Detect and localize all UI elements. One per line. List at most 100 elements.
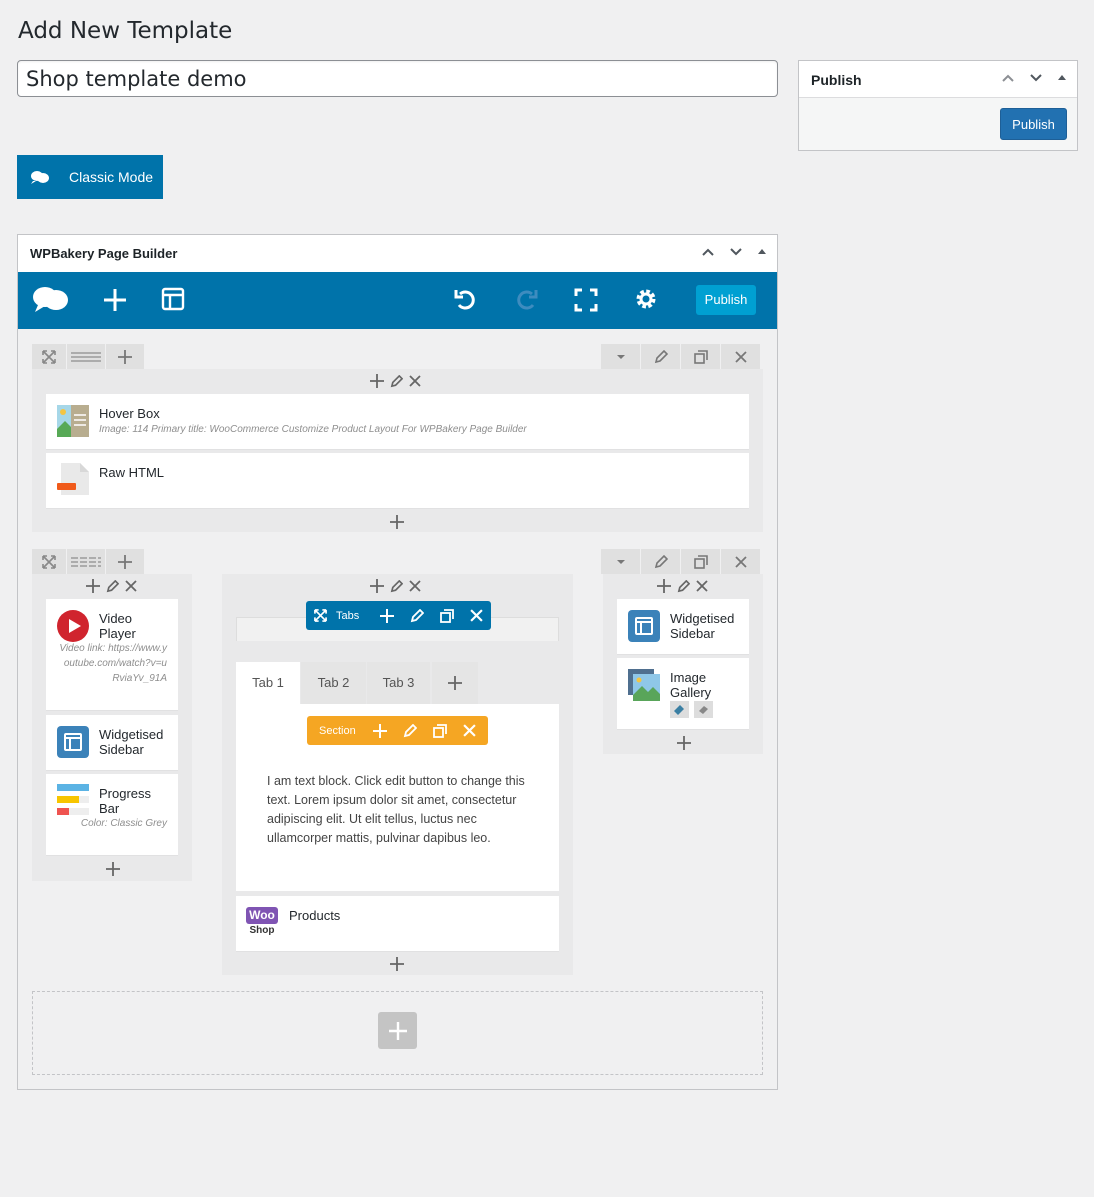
delete-x-icon[interactable] bbox=[696, 580, 708, 592]
builder-canvas: Hover Box Image: 114 Primary title: WooC… bbox=[18, 329, 777, 1089]
row-controls-left bbox=[32, 344, 144, 369]
classic-mode-button[interactable]: Classic Mode bbox=[17, 155, 163, 199]
edit-pencil-icon[interactable] bbox=[410, 608, 424, 623]
element-subtitle: Color: Classic Grey bbox=[80, 818, 167, 829]
add-element-icon[interactable] bbox=[657, 579, 671, 593]
wpbakery-logo-icon[interactable] bbox=[32, 285, 70, 315]
clone-icon[interactable] bbox=[433, 723, 447, 738]
fullscreen-icon[interactable] bbox=[573, 287, 599, 313]
add-tab-button[interactable] bbox=[432, 662, 478, 704]
row-edit-pencil-icon[interactable] bbox=[641, 344, 680, 369]
row-add-column-icon[interactable] bbox=[106, 549, 144, 574]
progress-bar-icon bbox=[57, 784, 89, 815]
collapse-triangle-icon[interactable] bbox=[757, 245, 767, 259]
element-widgetised-sidebar[interactable]: Widgetised Sidebar bbox=[46, 715, 178, 770]
delete-x-icon[interactable] bbox=[409, 580, 421, 592]
delete-x-icon[interactable] bbox=[125, 580, 137, 592]
row-delete-icon[interactable] bbox=[721, 549, 760, 574]
add-icon[interactable] bbox=[380, 608, 394, 623]
publish-box: Publish Publish bbox=[798, 60, 1078, 151]
column-left: Video Player Video link: https://www.you… bbox=[32, 574, 192, 881]
edit-pencil-icon[interactable] bbox=[390, 374, 403, 388]
move-icon[interactable] bbox=[314, 609, 327, 622]
redo-icon[interactable] bbox=[513, 287, 539, 313]
tab-2[interactable]: Tab 2 bbox=[301, 662, 366, 704]
column-controls bbox=[657, 579, 708, 593]
column-right: Widgetised Sidebar Image Gallery bbox=[603, 574, 763, 754]
page-title: Add New Template bbox=[18, 18, 233, 44]
add-element-icon[interactable] bbox=[106, 862, 120, 876]
edit-pencil-icon[interactable] bbox=[677, 579, 690, 593]
row-clone-icon[interactable] bbox=[681, 549, 720, 574]
gallery-thumbnail bbox=[694, 701, 713, 718]
chevron-up-icon[interactable] bbox=[1001, 71, 1015, 85]
delete-x-icon[interactable] bbox=[463, 724, 476, 737]
element-title: Hover Box bbox=[99, 406, 160, 421]
chevron-down-icon[interactable] bbox=[1029, 71, 1043, 85]
woocommerce-shop-icon: Woo Shop bbox=[246, 907, 280, 939]
post-title-input[interactable] bbox=[17, 60, 778, 97]
column-controls bbox=[370, 374, 421, 388]
widgetised-sidebar-icon bbox=[57, 726, 89, 758]
element-hover-box[interactable]: Hover Box Image: 114 Primary title: WooC… bbox=[46, 394, 749, 449]
widgetised-sidebar-icon bbox=[628, 610, 660, 642]
tab-panel: Section I am text block. Click edit butt… bbox=[236, 704, 559, 891]
add-row-button[interactable] bbox=[378, 1012, 417, 1049]
add-element-icon[interactable] bbox=[102, 287, 128, 313]
add-element-icon[interactable] bbox=[390, 957, 404, 971]
tab-1[interactable]: Tab 1 bbox=[236, 662, 300, 704]
add-element-icon[interactable] bbox=[370, 374, 384, 388]
row-layout-icon[interactable] bbox=[67, 344, 105, 369]
image-gallery-icon bbox=[628, 669, 660, 701]
element-widgetised-sidebar[interactable]: Widgetised Sidebar bbox=[617, 599, 749, 654]
templates-icon[interactable] bbox=[161, 287, 185, 311]
add-element-icon[interactable] bbox=[677, 736, 691, 750]
publish-box-title: Publish bbox=[811, 72, 862, 88]
row-move-icon[interactable] bbox=[32, 344, 66, 369]
edit-pencil-icon[interactable] bbox=[390, 579, 403, 593]
element-raw-html[interactable]: Raw HTML bbox=[46, 453, 749, 508]
edit-pencil-icon[interactable] bbox=[403, 723, 417, 738]
tabs-label: Tabs bbox=[336, 609, 360, 622]
delete-x-icon[interactable] bbox=[470, 609, 483, 622]
row-toggle-icon[interactable] bbox=[601, 344, 640, 369]
chevron-up-icon[interactable] bbox=[701, 245, 715, 259]
element-title: Video Player bbox=[99, 611, 136, 641]
delete-x-icon[interactable] bbox=[409, 375, 421, 387]
element-image-gallery[interactable]: Image Gallery bbox=[617, 658, 749, 729]
row-add-column-icon[interactable] bbox=[106, 344, 144, 369]
builder-toolbar: Publish bbox=[18, 272, 777, 329]
row-move-icon[interactable] bbox=[32, 549, 66, 574]
row-layout-icon[interactable] bbox=[67, 549, 105, 574]
wpbakery-panel: WPBakery Page Builder Publish Hover Box … bbox=[17, 234, 778, 1090]
undo-icon[interactable] bbox=[453, 287, 479, 313]
add-row-area[interactable] bbox=[32, 991, 763, 1075]
collapse-triangle-icon[interactable] bbox=[1057, 71, 1067, 85]
element-video-player[interactable]: Video Player Video link: https://www.you… bbox=[46, 599, 178, 710]
hover-box-icon bbox=[57, 405, 89, 437]
chevron-down-icon[interactable] bbox=[729, 245, 743, 259]
row-edit-pencil-icon[interactable] bbox=[641, 549, 680, 574]
clone-icon[interactable] bbox=[440, 608, 454, 623]
video-player-icon bbox=[57, 610, 89, 642]
plus-icon bbox=[388, 1021, 407, 1040]
element-products[interactable]: Woo Shop Products bbox=[236, 896, 559, 951]
publish-button[interactable]: Publish bbox=[1000, 108, 1067, 140]
row-clone-icon[interactable] bbox=[681, 344, 720, 369]
text-block[interactable]: I am text block. Click edit button to ch… bbox=[267, 772, 527, 848]
element-progress-bar[interactable]: Progress Bar Color: Classic Grey bbox=[46, 774, 178, 855]
add-icon[interactable] bbox=[373, 723, 387, 738]
row-delete-icon[interactable] bbox=[721, 344, 760, 369]
settings-gear-icon[interactable] bbox=[634, 287, 658, 311]
edit-pencil-icon[interactable] bbox=[106, 579, 119, 593]
builder-publish-button[interactable]: Publish bbox=[696, 285, 756, 315]
add-element-icon[interactable] bbox=[86, 579, 100, 593]
add-element-icon[interactable] bbox=[370, 579, 384, 593]
row-toggle-icon[interactable] bbox=[601, 549, 640, 574]
tabs-control-bar: Tabs bbox=[306, 601, 491, 630]
add-element-icon[interactable] bbox=[390, 515, 404, 529]
column-controls bbox=[86, 579, 137, 593]
element-title: Widgetised Sidebar bbox=[99, 727, 164, 757]
tab-3[interactable]: Tab 3 bbox=[367, 662, 430, 704]
row-controls-right bbox=[601, 549, 760, 574]
